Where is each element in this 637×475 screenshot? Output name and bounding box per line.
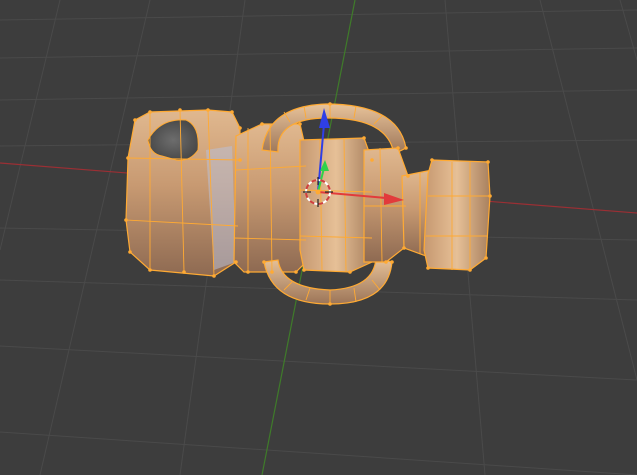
3d-viewport[interactable] bbox=[0, 0, 637, 475]
selected-mesh-object[interactable] bbox=[124, 102, 492, 306]
viewport-canvas[interactable] bbox=[0, 0, 637, 475]
